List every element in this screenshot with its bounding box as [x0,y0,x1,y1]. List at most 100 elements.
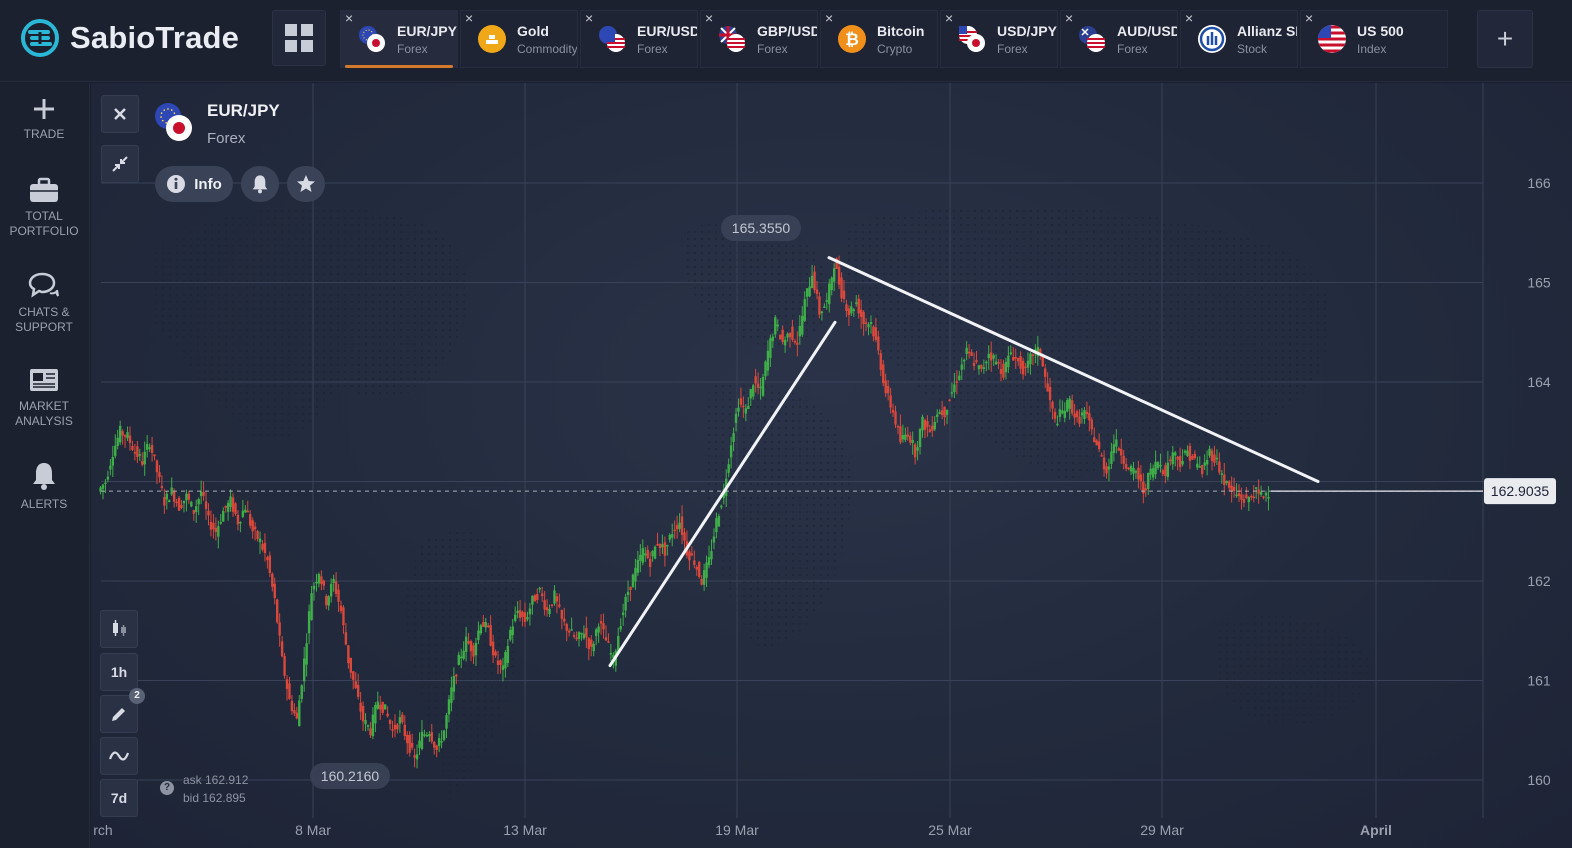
add-tab-button[interactable]: + [1477,10,1533,68]
candle-body [197,499,200,505]
candle-body [180,504,183,508]
close-chart-button[interactable] [101,95,139,133]
collapse-chart-button[interactable] [101,145,139,183]
tab-allianz[interactable]: × Allianz SE Stock [1180,10,1298,68]
candle-body [705,562,708,578]
candle-body [1120,448,1123,456]
candle-body [177,497,181,511]
candle-body [1235,494,1238,497]
sidebar-item-portfolio[interactable]: TOTAL PORTFOLIO [0,177,88,239]
candle-body [1188,445,1192,461]
candle-body [342,607,345,626]
tab-gbpusd[interactable]: × GBP/USD Forex [700,10,818,68]
close-icon[interactable]: × [465,11,473,25]
candle-body [349,657,353,673]
app-name: SabioTrade [70,20,240,55]
candle-body [742,405,745,408]
x-tick-label: April [1360,822,1392,838]
candle-body [455,674,458,677]
candle-body [1053,411,1057,419]
candle-body [1026,360,1030,368]
ask-price: ask 162.912 [183,773,249,787]
candle-body [172,491,176,502]
candle-body [850,306,853,314]
candle-body [803,299,806,321]
close-icon[interactable]: × [345,11,353,25]
candle-body [1193,453,1197,459]
tab-usdjpy[interactable]: × USD/JPY Forex [940,10,1058,68]
alert-button[interactable] [241,166,279,202]
candle-body [783,339,787,346]
candle-body [857,298,860,314]
candle-body [111,457,115,466]
candle-body [862,312,865,324]
candle-body [558,604,561,607]
favorite-button[interactable] [287,166,325,202]
close-icon[interactable]: × [825,11,833,25]
asset-header: EUR/JPY Forex [153,101,280,147]
low-price-label: 160.2160 [310,763,390,789]
candle-body [567,630,571,633]
newspaper-icon [30,369,58,391]
candle-body [1218,461,1221,473]
tab-name: GBP/USD [757,22,817,39]
app-logo[interactable]: SabioTrade [20,18,239,58]
candle-body [1012,357,1015,361]
sidebar-item-alerts[interactable]: ALERTS [0,461,88,512]
chart-type-button[interactable] [100,610,138,648]
layout-grid-button[interactable] [272,10,326,66]
info-button[interactable]: Info [155,166,233,202]
sidebar-item-market-analysis[interactable]: MARKET ANALYSIS [0,367,88,429]
candle-body [141,461,144,465]
candle-body [329,583,333,597]
close-icon[interactable]: × [1185,11,1193,25]
tab-us500[interactable]: × US 500 Index [1300,10,1448,68]
tab-eurjpy[interactable]: × EUR/JPY Forex [340,10,458,68]
bell-icon [252,175,268,194]
candle-body [501,665,505,670]
x-tick-label: 25 Mar [928,822,972,838]
candle-body [759,386,762,389]
candle-body [433,742,436,748]
sidebar-item-chats[interactable]: CHATS & SUPPORT [0,271,88,335]
candle-body [401,714,404,723]
tab-gold[interactable]: × Gold Commodity [460,10,578,68]
candle-body [967,351,971,354]
close-icon[interactable]: × [585,11,593,25]
candle-body [791,326,794,340]
candle-body [214,527,218,532]
sidebar-item-label: ALERTS [20,497,68,511]
candle-body [825,300,829,302]
drawing-tools-button[interactable]: 2 [100,688,145,733]
close-icon[interactable]: × [945,11,953,25]
period-label: 7d [110,790,128,806]
x-tick-label: 29 Mar [1140,822,1184,838]
candles-icon [113,620,126,636]
bitcoin-icon: ₿ [838,25,866,53]
candle-body [683,532,686,541]
sidebar-item-label: TRADE [23,127,65,141]
close-icon[interactable]: × [1305,11,1313,25]
candle-body [842,290,846,299]
candle-body [771,336,775,342]
candle-body [550,604,554,606]
candle-body [288,683,291,700]
period-button[interactable]: 7d [100,779,138,817]
tab-eurusd[interactable]: × EUR/USD Forex [580,10,698,68]
candle-body [192,510,195,514]
indicators-button[interactable] [100,737,138,775]
chart-area[interactable]: 165.3550 160.2160 160 161 162 164 165 166 162.9… [91,83,1572,848]
candle-body [199,491,203,497]
candle-body [420,731,424,749]
timeframe-button[interactable]: 1h [100,653,138,691]
candle-body [599,621,603,624]
close-icon[interactable]: × [705,11,713,25]
sidebar-item-trade[interactable]: TRADE [0,97,88,142]
candle-body [369,728,372,736]
tab-bitcoin[interactable]: × ₿ Bitcoin Crypto [820,10,938,68]
close-icon[interactable]: × [1065,11,1073,25]
candle-body [710,551,713,560]
help-icon[interactable]: ? [160,781,174,795]
candle-body [175,501,178,504]
tab-audusd[interactable]: × AUD/USD Forex [1060,10,1178,68]
